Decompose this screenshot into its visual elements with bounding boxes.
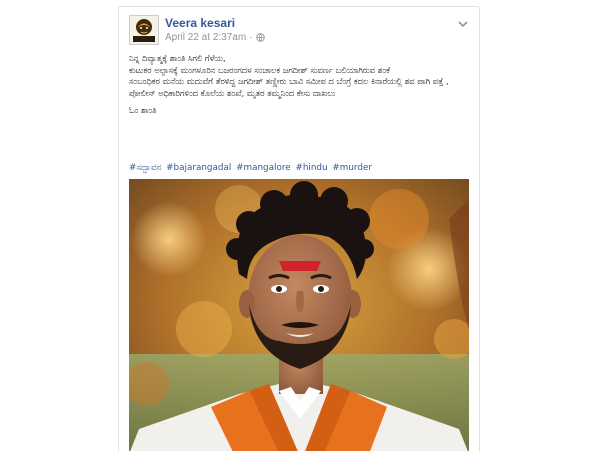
author-name[interactable]: Veera kesari [165,16,235,30]
post-meta: April 22 at 2:37am · [165,32,265,43]
post-card: Veera kesari April 22 at 2:37am · ನಿನ್ನ … [118,6,480,451]
post-line: ನಿನ್ನ ದಿವ್ಯಾತ್ಮಕ್ಕೆ ಶಾಂತಿ ಸಿಗಲಿ ಗೆಳೆಯ, [129,53,226,63]
photo-image [129,179,469,451]
meta-separator: · [249,32,253,43]
post-line: ಪೋಲೀಸ್ ಅಧಿಕಾರಿಗಳಿಂದ ಕೊಲೆಯ ಶಂಖೆ, ಮೃತರ ತಮ್… [129,87,336,98]
logo-icon [130,16,158,44]
hashtag-row: #ಸದ್ಭಾವನ #bajarangadal #mangalore #hindu… [129,163,469,173]
post-timestamp[interactable]: April 22 at 2:37am [165,32,246,43]
avatar[interactable] [129,15,159,45]
post-line: ಕುಟುಕರ ಅಲ್ಪಾಸಕ್ಕೆ ಮಂಗಳೂರಿನ ಬಜರಂಗದಳ ಸಂಚಾಲ… [129,64,391,75]
hashtag-link[interactable]: #bajarangadal [166,163,231,173]
hashtag-link[interactable]: #ಸದ್ಭಾವನ [129,163,161,173]
hashtag-link[interactable]: #hindu [295,163,327,173]
hashtag-link[interactable]: #mangalore [236,163,291,173]
post-line: ಸಂಬಂಧಿಕರ ಮನೆಯ ಮದುವೆಗೆ ತೆರಳಿದ್ದ ಜಗದೀಶ್ ತಣ… [129,76,449,86]
chevron-down-icon[interactable] [457,16,469,28]
post-header: Veera kesari April 22 at 2:37am · [129,15,469,45]
post-closing-line: ಓಂ ಶಾಂತಿ [129,105,157,115]
globe-icon[interactable] [255,33,265,42]
hashtag-link[interactable]: #murder [332,163,372,173]
post-body: ನಿನ್ನ ದಿವ್ಯಾತ್ಮಕ್ಕೆ ಶಾಂತಿ ಸಿಗಲಿ ಗೆಳೆಯ, ಕ… [129,53,469,117]
post-photo[interactable] [129,179,469,451]
